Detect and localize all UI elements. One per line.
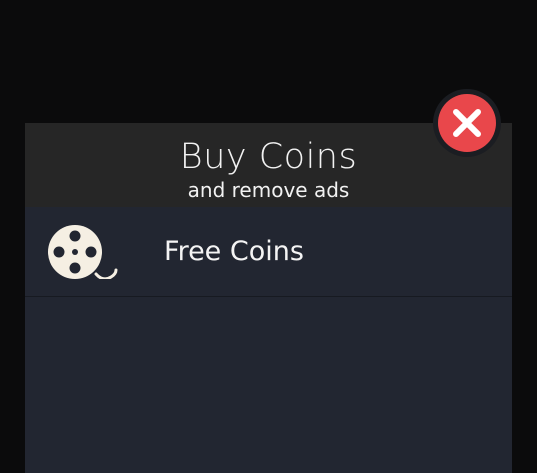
free-coins-label: Free Coins — [164, 236, 304, 267]
buy-coins-dialog: Buy Coins and remove ads Free Coins — [25, 123, 512, 473]
free-coins-offer-row[interactable]: Free Coins — [25, 207, 512, 297]
close-button[interactable] — [432, 88, 502, 158]
dialog-subtitle: and remove ads — [187, 178, 350, 202]
film-reel-icon — [48, 225, 118, 279]
app-screen: Buy Coins and remove ads Free Coins — [0, 0, 537, 473]
